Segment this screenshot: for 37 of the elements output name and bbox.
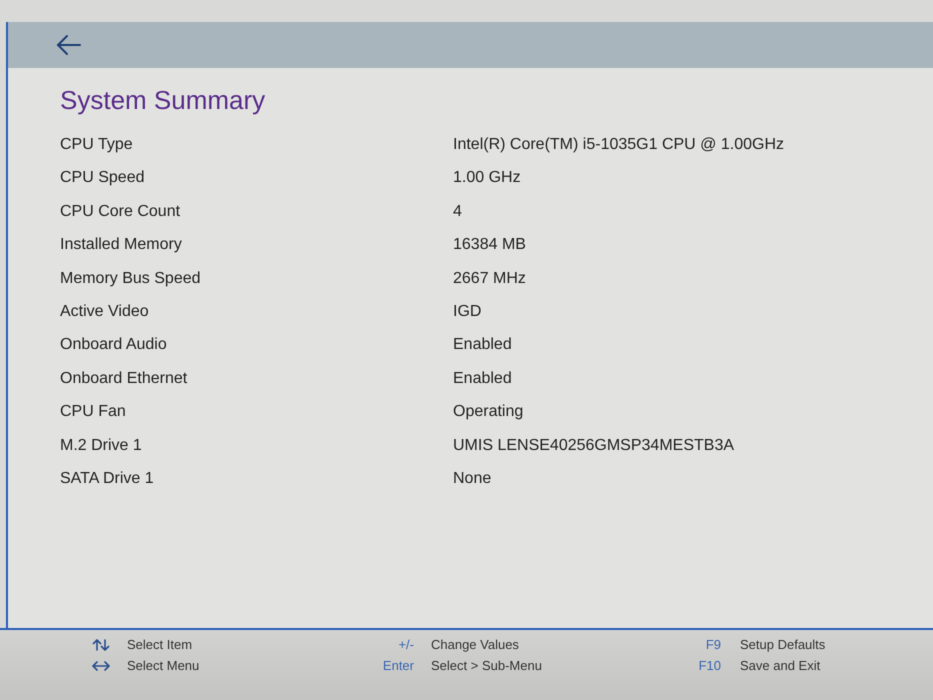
back-button[interactable] [56,34,82,56]
key-label: F10 [698,657,721,675]
setting-label: Onboard Ethernet [60,368,188,389]
setting-value: Operating [453,402,524,422]
setting-label: CPU Type [60,135,133,155]
hint-label: Save and Exit [740,657,820,675]
setting-label: Memory Bus Speed [60,268,201,289]
setting-label: M.2 Drive 1 [60,436,142,456]
key-label: +/- [398,636,414,654]
setting-label: Onboard Audio [60,335,167,356]
hint-label: Change Values [431,636,519,654]
left-right-arrow-icon [92,660,110,670]
setting-value: 16384 MB [453,235,526,256]
page-title: System Summary [60,84,266,116]
setting-value: Enabled [453,368,512,389]
back-arrow-icon [56,34,82,56]
setting-value: UMIS LENSE40256GMSP34MESTB3A [453,436,734,456]
setting-value: 4 [453,202,462,222]
setting-value: 1.00 GHz [453,168,521,188]
setting-label: Installed Memory [60,235,182,256]
key-label: F9 [706,636,721,654]
setting-label: CPU Fan [60,402,126,422]
key-label: Enter [382,657,414,675]
hint-label: Setup Defaults [740,636,826,654]
setting-label: CPU Core Count [60,202,180,222]
setting-label: CPU Speed [60,168,144,188]
setting-value: Enabled [453,335,512,356]
up-down-arrows-icon [92,638,110,650]
setting-value: 2667 MHz [453,268,526,289]
setting-value: None [453,469,492,490]
hint-label: Select > Sub-Menu [431,657,542,675]
hint-label: Select Item [127,636,192,654]
setting-value: IGD [453,302,482,322]
setting-value: Intel(R) Core(TM) i5-1035G1 CPU @ 1.00GHz [453,135,784,155]
setting-label: SATA Drive 1 [60,469,154,490]
hint-label: Select Menu [127,657,200,675]
setting-label: Active Video [60,302,149,322]
